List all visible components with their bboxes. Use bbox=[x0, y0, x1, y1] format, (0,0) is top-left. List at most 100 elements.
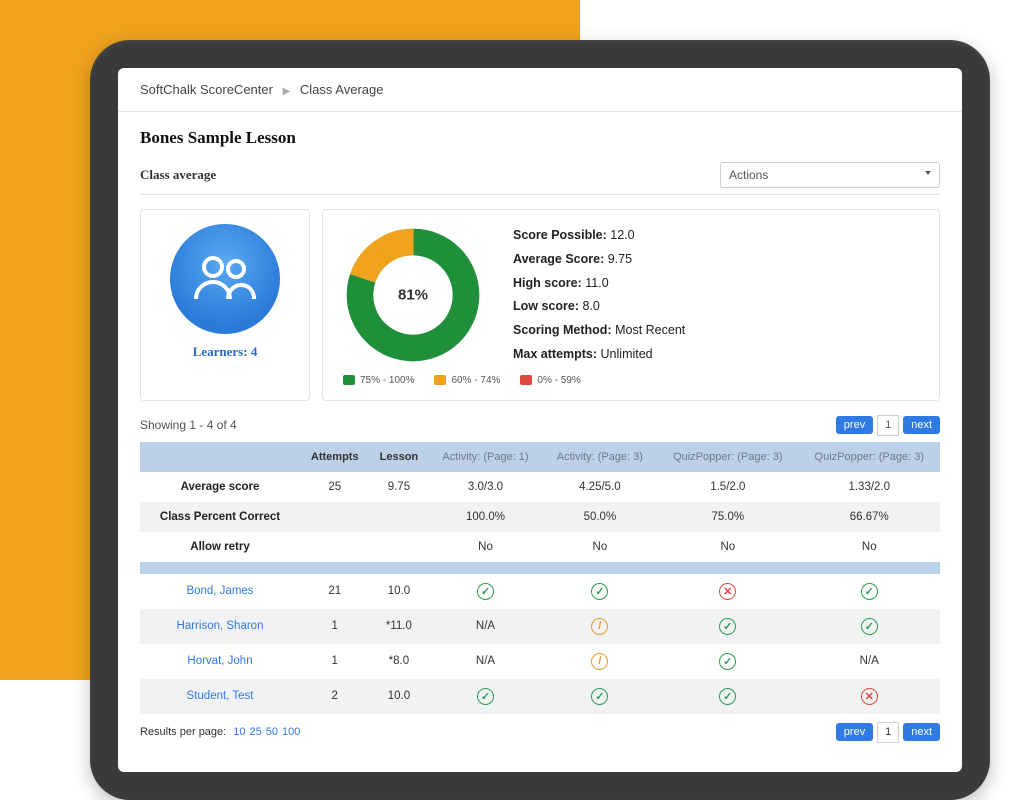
results-per-page-option[interactable]: 25 bbox=[250, 726, 262, 738]
section-heading: Class average bbox=[140, 167, 216, 183]
legend-swatch bbox=[520, 375, 532, 385]
page-number[interactable]: 1 bbox=[877, 415, 899, 436]
learners-count-value: 4 bbox=[251, 344, 258, 359]
stats-card: 81% Score Possible: 12.0 Average Score: … bbox=[322, 209, 940, 401]
learner-link[interactable]: Student, Test bbox=[187, 690, 254, 702]
cell: No bbox=[428, 532, 542, 562]
cell: N/A bbox=[428, 644, 542, 679]
learners-card: Learners: 4 bbox=[140, 209, 310, 401]
learners-count: Learners: 4 bbox=[193, 344, 258, 360]
breadcrumb-root[interactable]: SoftChalk ScoreCenter bbox=[140, 82, 273, 97]
row-label: Average score bbox=[140, 472, 300, 502]
tablet-frame: SoftChalk ScoreCenter ▶ Class Average Bo… bbox=[90, 40, 990, 800]
check-icon: ✓ bbox=[861, 583, 878, 600]
next-button[interactable]: next bbox=[903, 723, 940, 741]
chevron-right-icon: ▶ bbox=[283, 86, 291, 97]
stat-label: High score: bbox=[513, 276, 582, 290]
cell bbox=[369, 502, 428, 532]
cross-icon: ✕ bbox=[861, 688, 878, 705]
cell: ✕ bbox=[799, 679, 940, 714]
col-quiz-2[interactable]: QuizPopper: (Page: 3) bbox=[799, 442, 940, 472]
stat-value: 8.0 bbox=[582, 299, 599, 313]
table-header-row: Attempts Lesson Activity: (Page: 1) Acti… bbox=[140, 442, 940, 472]
check-icon: ✓ bbox=[591, 688, 608, 705]
showing-text: Showing 1 - 4 of 4 bbox=[140, 418, 237, 432]
cell: / bbox=[543, 644, 657, 679]
check-icon: ✓ bbox=[591, 583, 608, 600]
stat-label: Low score: bbox=[513, 299, 579, 313]
donut-center-label: 81% bbox=[398, 287, 428, 304]
slash-icon: / bbox=[591, 653, 608, 670]
app-screen: SoftChalk ScoreCenter ▶ Class Average Bo… bbox=[118, 68, 962, 772]
cell: No bbox=[657, 532, 798, 562]
results-label: Results per page: bbox=[140, 726, 226, 738]
cell: 1 bbox=[300, 644, 369, 679]
legend-label: 60% - 74% bbox=[451, 375, 500, 386]
learner-row: Bond, James2110.0✓✓✕✓ bbox=[140, 574, 940, 609]
divider bbox=[140, 194, 940, 195]
check-icon: ✓ bbox=[477, 583, 494, 600]
check-icon: ✓ bbox=[861, 618, 878, 635]
table-spacer bbox=[140, 562, 940, 574]
check-icon: ✓ bbox=[719, 653, 736, 670]
breadcrumb-current: Class Average bbox=[300, 82, 384, 97]
cell: ✓ bbox=[799, 574, 940, 609]
cell: *11.0 bbox=[369, 609, 428, 644]
legend-label: 0% - 59% bbox=[537, 375, 580, 386]
learner-row: Horvat, John1*8.0N/A/✓N/A bbox=[140, 644, 940, 679]
stat-label: Max attempts: bbox=[513, 347, 597, 361]
stat-value: 11.0 bbox=[585, 276, 608, 290]
row-label: Class Percent Correct bbox=[140, 502, 300, 532]
results-per-page-option[interactable]: 10 bbox=[233, 726, 245, 738]
learner-link[interactable]: Harrison, Sharon bbox=[177, 620, 264, 632]
check-icon: ✓ bbox=[477, 688, 494, 705]
cell: 66.67% bbox=[799, 502, 940, 532]
cell: ✓ bbox=[657, 609, 798, 644]
cell: N/A bbox=[799, 644, 940, 679]
legend-label: 75% - 100% bbox=[360, 375, 414, 386]
results-per-page-option[interactable]: 50 bbox=[266, 726, 278, 738]
col-quiz-1[interactable]: QuizPopper: (Page: 3) bbox=[657, 442, 798, 472]
legend-swatch bbox=[343, 375, 355, 385]
learner-link[interactable]: Horvat, John bbox=[187, 655, 252, 667]
cell: ✓ bbox=[428, 574, 542, 609]
cell-text: N/A bbox=[476, 655, 495, 667]
check-icon: ✓ bbox=[719, 688, 736, 705]
cell bbox=[300, 502, 369, 532]
cell: 100.0% bbox=[428, 502, 542, 532]
pager-bottom: prev 1 next bbox=[836, 722, 940, 743]
cell: 50.0% bbox=[543, 502, 657, 532]
results-per-page-option[interactable]: 100 bbox=[282, 726, 300, 738]
cell: ✓ bbox=[799, 609, 940, 644]
breadcrumb: SoftChalk ScoreCenter ▶ Class Average bbox=[118, 68, 962, 112]
actions-dropdown[interactable]: Actions bbox=[720, 162, 940, 188]
stat-value: 12.0 bbox=[610, 228, 634, 242]
cell: ✓ bbox=[543, 574, 657, 609]
cell: 10.0 bbox=[369, 679, 428, 714]
stat-value: Most Recent bbox=[615, 323, 685, 337]
score-donut-chart: 81% bbox=[343, 225, 483, 365]
stat-value: 9.75 bbox=[608, 252, 632, 266]
slash-icon: / bbox=[591, 618, 608, 635]
prev-button[interactable]: prev bbox=[836, 723, 873, 741]
learners-label-text: Learners: bbox=[193, 344, 248, 359]
actions-dropdown-label: Actions bbox=[729, 168, 768, 182]
pager-top: prev 1 next bbox=[836, 415, 940, 436]
cell bbox=[369, 532, 428, 562]
next-button[interactable]: next bbox=[903, 416, 940, 434]
cell: 1 bbox=[300, 609, 369, 644]
prev-button[interactable]: prev bbox=[836, 416, 873, 434]
learner-link[interactable]: Bond, James bbox=[186, 585, 253, 597]
stat-value: Unlimited bbox=[601, 347, 653, 361]
cell: / bbox=[543, 609, 657, 644]
cell: 25 bbox=[300, 472, 369, 502]
col-activity-2[interactable]: Activity: (Page: 3) bbox=[543, 442, 657, 472]
cell: No bbox=[543, 532, 657, 562]
col-activity-1[interactable]: Activity: (Page: 1) bbox=[428, 442, 542, 472]
page-number[interactable]: 1 bbox=[877, 722, 899, 743]
stat-label: Average Score: bbox=[513, 252, 604, 266]
summary-row: Allow retryNoNoNoNo bbox=[140, 532, 940, 562]
col-attempts[interactable]: Attempts bbox=[300, 442, 369, 472]
page-title: Bones Sample Lesson bbox=[140, 128, 940, 148]
col-lesson[interactable]: Lesson bbox=[369, 442, 428, 472]
